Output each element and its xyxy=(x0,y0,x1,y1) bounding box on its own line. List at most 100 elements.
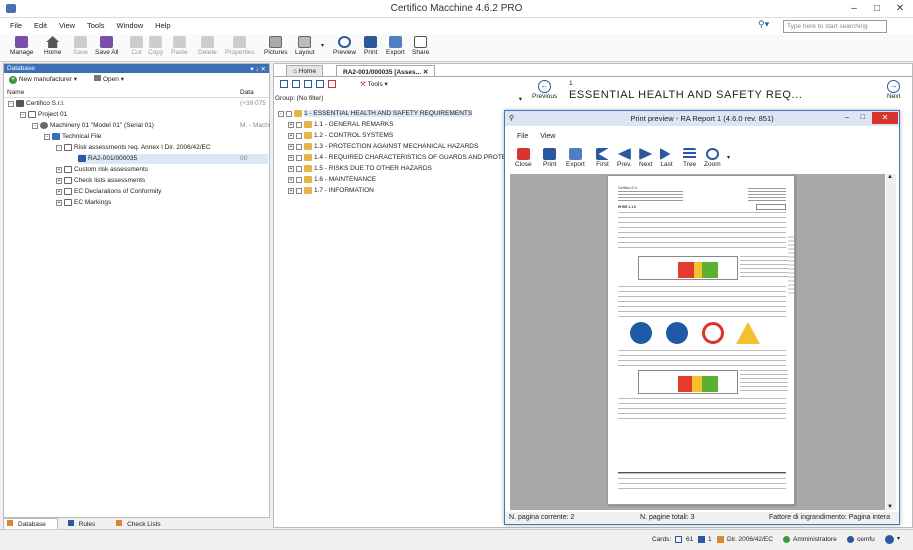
pictures-button[interactable]: Pictures xyxy=(264,36,287,56)
tab-close-icon[interactable]: ✕ xyxy=(423,69,428,76)
tree-row-project[interactable]: - Project 01 xyxy=(20,111,67,118)
req-row-1-7[interactable]: +1.7 - INFORMATION xyxy=(288,187,374,194)
save-button[interactable]: Save xyxy=(73,36,88,56)
cut-button[interactable]: Cut xyxy=(130,36,143,56)
tree-row-technical-file[interactable]: - Technical File xyxy=(44,133,101,140)
tree-row-machinery[interactable]: - Machinery 01 "Model 01" (Serial 01) xyxy=(32,122,154,129)
add-doc-icon[interactable] xyxy=(292,80,300,88)
preview-export-button[interactable]: Export xyxy=(566,148,585,168)
previous-button[interactable]: ← Previous xyxy=(532,80,557,100)
dialog-minimize-icon[interactable]: – xyxy=(845,112,849,121)
new-manufacturer-button[interactable]: + New manufacturer ▾ xyxy=(9,75,77,84)
tree-row-ra2[interactable]: RA2-001/000035 xyxy=(78,155,137,162)
share-button[interactable]: Share xyxy=(412,36,429,56)
req-row-1[interactable]: - 1 - ESSENTIAL HEALTH AND SAFETY REQUIRE… xyxy=(278,110,473,118)
scroll-up-icon[interactable]: ▲ xyxy=(887,174,893,180)
collapse-icon[interactable]: - xyxy=(44,133,50,140)
tools-menu[interactable]: ⚒ Tools ▾ xyxy=(360,80,388,88)
collapse-icon[interactable]: - xyxy=(20,111,26,118)
open-button[interactable]: Open ▾ xyxy=(94,75,124,83)
expand-icon[interactable]: + xyxy=(56,188,62,195)
preview-close-button[interactable]: Close xyxy=(515,148,532,168)
checkbox[interactable] xyxy=(296,121,302,128)
copy-button[interactable]: Copy xyxy=(148,36,163,56)
next-button[interactable]: → Next xyxy=(887,80,900,100)
preview-scrollbar[interactable]: ▲ ▼ xyxy=(886,174,896,510)
expand-icon[interactable]: + xyxy=(56,177,62,184)
maximize-icon[interactable]: □ xyxy=(866,3,888,14)
delete-button[interactable]: Delete xyxy=(198,36,217,56)
preview-button[interactable]: Preview xyxy=(333,36,356,56)
preview-prev-button[interactable]: Prev. xyxy=(617,148,632,168)
tab-home[interactable]: ⌂ Home xyxy=(286,65,324,76)
edit-doc-icon[interactable] xyxy=(304,80,312,88)
expand-icon[interactable]: + xyxy=(56,199,62,206)
collapse-icon[interactable]: - xyxy=(56,144,62,151)
menu-help[interactable]: Help xyxy=(155,21,170,30)
group-filter-select[interactable]: Group: (No filter) ▾ xyxy=(274,95,524,105)
menu-view[interactable]: View xyxy=(59,21,75,30)
link-doc-icon[interactable] xyxy=(316,80,324,88)
preview-last-button[interactable]: Last xyxy=(660,148,673,168)
properties-button[interactable]: Properties xyxy=(225,36,255,56)
menu-file[interactable]: File xyxy=(10,21,22,30)
search-icon[interactable]: ⚲▾ xyxy=(758,19,769,30)
home-button[interactable]: Home xyxy=(44,36,61,56)
preview-next-button[interactable]: Next xyxy=(639,148,652,168)
search-input[interactable]: Type here to start searching xyxy=(783,20,887,33)
layout-dropdown-icon[interactable]: ▾ xyxy=(321,42,324,49)
req-row-1-5[interactable]: +1.5 - RISKS DUE TO OTHER HAZARDS xyxy=(288,165,432,172)
preview-first-button[interactable]: First xyxy=(596,148,609,168)
req-row-1-6[interactable]: +1.6 - MAINTENANCE xyxy=(288,176,376,183)
tree-row-check-lists[interactable]: + Check lists assessments xyxy=(56,177,145,184)
save-all-button[interactable]: Save All xyxy=(95,36,119,56)
expand-icon[interactable]: + xyxy=(288,176,294,183)
directive-label[interactable]: Dir. 2006/42/EC xyxy=(727,536,773,543)
scroll-down-icon[interactable]: ▼ xyxy=(887,504,893,510)
tree-row-custom-risk[interactable]: + Custom risk assessments xyxy=(56,166,148,173)
dialog-maximize-icon[interactable]: □ xyxy=(860,112,865,121)
collapse-icon[interactable]: - xyxy=(32,122,38,129)
expand-icon[interactable]: + xyxy=(288,154,294,161)
req-row-1-4[interactable]: +1.4 - REQUIRED CHARACTERISTICS OF GUARD… xyxy=(288,154,515,161)
preview-menu-file[interactable]: File xyxy=(517,133,528,140)
checkbox[interactable] xyxy=(296,143,302,150)
expand-icon[interactable]: + xyxy=(288,132,294,139)
menu-tools[interactable]: Tools xyxy=(87,21,105,30)
close-icon[interactable]: ✕ xyxy=(889,3,911,14)
tree-row-company[interactable]: - Certifico S.r.l. xyxy=(8,100,65,107)
tree-row-ec-declarations[interactable]: + EC Declarations of Conformity xyxy=(56,188,161,195)
paste-button[interactable]: Paste xyxy=(171,36,188,56)
expand-icon[interactable]: + xyxy=(288,187,294,194)
tree-row-risk-assessments[interactable]: - Risk assessments req. Annex I Dir. 2006… xyxy=(56,144,211,151)
preview-print-button[interactable]: Print xyxy=(543,148,556,168)
print-button[interactable]: Print xyxy=(364,36,377,56)
preview-menu-view[interactable]: View xyxy=(540,133,555,140)
req-row-1-1[interactable]: +1.1 - GENERAL REMARKS xyxy=(288,121,394,128)
preview-zoom-button[interactable]: Zoom xyxy=(704,148,721,168)
tree-row-ec-markings[interactable]: + EC Markings xyxy=(56,199,111,206)
new-doc-icon[interactable] xyxy=(280,80,288,88)
expand-icon[interactable]: + xyxy=(56,166,62,173)
chevron-down-icon[interactable]: ▾ xyxy=(897,535,900,542)
checkbox[interactable] xyxy=(296,154,302,161)
column-header-data[interactable]: Data xyxy=(240,89,254,96)
panel-pin-icon[interactable]: ▾ ↕ ✕ xyxy=(250,65,266,73)
expand-icon[interactable]: + xyxy=(288,143,294,150)
export-button[interactable]: Export xyxy=(386,36,405,56)
column-header-name[interactable]: Name xyxy=(7,89,24,96)
preview-tree-button[interactable]: Tree xyxy=(683,148,696,168)
collapse-icon[interactable]: - xyxy=(8,100,14,107)
checkbox[interactable] xyxy=(296,132,302,139)
manage-button[interactable]: Manage xyxy=(10,36,34,56)
req-row-1-3[interactable]: +1.3 - PROTECTION AGAINST MECHANICAL HAZ… xyxy=(288,143,478,150)
checkbox[interactable] xyxy=(286,110,292,117)
checkbox[interactable] xyxy=(296,165,302,172)
collapse-icon[interactable]: - xyxy=(278,110,284,117)
user-name[interactable]: cemfu xyxy=(857,536,875,543)
remove-doc-icon[interactable] xyxy=(328,80,336,88)
menu-window[interactable]: Window xyxy=(116,21,143,30)
dialog-close-icon[interactable]: ✕ xyxy=(872,112,898,124)
menu-edit[interactable]: Edit xyxy=(34,21,47,30)
tab-ra2[interactable]: RA2-001/000035 [Asses... ✕ xyxy=(336,65,436,76)
